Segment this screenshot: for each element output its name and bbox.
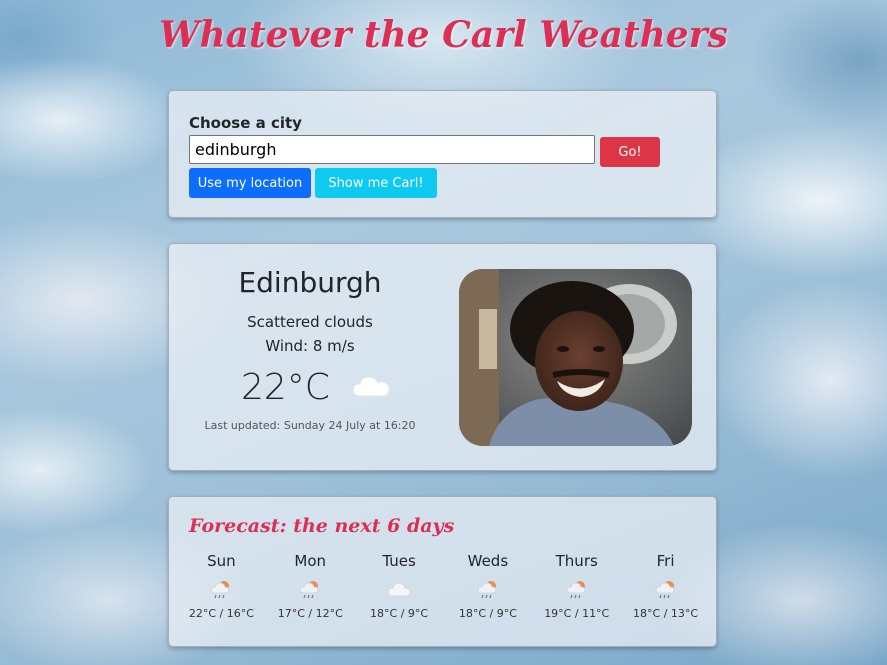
forecast-day: Fri 18°C / 13°C xyxy=(621,552,710,642)
forecast-day: Tues 18°C / 9°C xyxy=(355,552,444,642)
day-name: Mon xyxy=(294,552,327,570)
day-temps: 22°C / 16°C xyxy=(188,607,254,620)
rain-sun-icon xyxy=(655,581,674,599)
use-location-button[interactable]: Use my location xyxy=(189,168,311,198)
forecast-day: Weds 18°C / 9°C xyxy=(443,552,532,642)
go-button[interactable]: Go! xyxy=(600,137,660,167)
rain-sun-icon xyxy=(211,581,230,599)
cloud-icon xyxy=(351,372,391,404)
day-temps: 17°C / 12°C xyxy=(277,607,343,620)
day-temps: 18°C / 13°C xyxy=(633,607,699,620)
city-name: Edinburgh xyxy=(238,266,382,299)
weather-description: Scattered clouds xyxy=(247,313,373,331)
current-temperature: 22°C xyxy=(241,367,330,408)
app-title: Whatever the Carl Weathers xyxy=(159,14,728,56)
forecast-day: Thurs 19°C / 11°C xyxy=(532,552,621,642)
day-name: Fri xyxy=(656,552,675,570)
city-search-input[interactable] xyxy=(189,135,595,164)
current-weather-card: Edinburgh Scattered clouds Wind: 8 m/s 2… xyxy=(168,243,717,471)
forecast-card: Forecast: the next 6 days Sun 22°C / 16°… xyxy=(168,496,717,647)
forecast-days: Sun 22°C / 16°C Mon 17°C / 12°C Tues 18°… xyxy=(177,552,710,642)
day-temps: 18°C / 9°C xyxy=(370,607,429,620)
day-name: Tues xyxy=(382,552,416,570)
rain-sun-icon xyxy=(477,581,497,599)
rain-sun-icon xyxy=(566,581,586,599)
day-temps: 18°C / 9°C xyxy=(458,607,517,620)
forecast-day: Mon 17°C / 12°C xyxy=(266,552,355,642)
show-carl-button[interactable]: Show me Carl! xyxy=(315,168,437,198)
wind-speed: Wind: 8 m/s xyxy=(265,337,355,355)
day-name: Thurs xyxy=(555,552,598,570)
search-card: Choose a city Go! Use my location Show m… xyxy=(168,90,717,218)
forecast-day: Sun 22°C / 16°C xyxy=(177,552,266,642)
forecast-title: Forecast: the next 6 days xyxy=(189,515,455,537)
day-name: Weds xyxy=(467,552,509,570)
last-updated: Last updated: Sunday 24 July at 16:20 xyxy=(204,419,416,432)
day-temps: 19°C / 11°C xyxy=(544,607,610,620)
carl-weathers-photo xyxy=(459,269,692,446)
rain-sun-icon xyxy=(299,581,319,599)
choose-city-label: Choose a city xyxy=(189,114,302,132)
cloud-icon xyxy=(387,582,411,597)
day-name: Sun xyxy=(207,552,236,570)
